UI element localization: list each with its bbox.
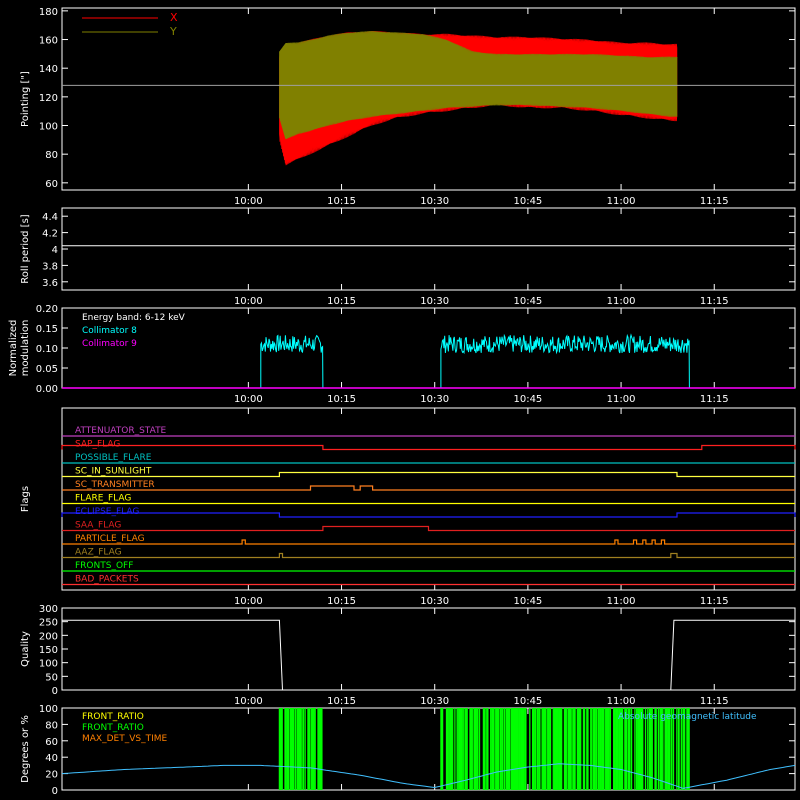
flag-label-flare_flag: FLARE_FLAG xyxy=(75,494,131,504)
modulation-xtick-label: 10:00 xyxy=(234,394,263,405)
pointing-xtick-label: 11:00 xyxy=(607,196,636,207)
flag-label-eclipse_flag: ECLIPSE_FLAG xyxy=(75,507,139,517)
flag-label-sc_in_sunlight: SC_IN_SUNLIGHT xyxy=(75,467,152,477)
legend-collimator8: Collimator 8 xyxy=(82,326,137,336)
figure-background xyxy=(0,0,800,800)
modulation-annotation: Energy band: 6-12 keV xyxy=(82,313,186,323)
frontratio-ytick-label: 40 xyxy=(45,753,58,764)
pointing-ytick-label: 100 xyxy=(39,122,58,133)
flags-ylabel: Flags xyxy=(20,486,31,512)
pointing-ytick-label: 120 xyxy=(39,93,58,104)
flags-xtick-label: 10:00 xyxy=(234,596,263,607)
frontratio-ytick-label: 20 xyxy=(45,770,58,781)
modulation-ytick-label: 0.10 xyxy=(36,344,58,355)
pointing-ytick-label: 160 xyxy=(39,36,58,47)
roll-ylabel: Roll period [s] xyxy=(20,214,31,283)
modulation-ytick-label: 0.05 xyxy=(36,364,58,375)
flag-label-aaz_flag: AAZ_FLAG xyxy=(75,548,122,558)
roll-ytick-label: 3.6 xyxy=(42,278,58,289)
flag-label-particle_flag: PARTICLE_FLAG xyxy=(75,534,145,544)
quality-xtick-label: 10:00 xyxy=(234,696,263,707)
pointing-ytick-label: 180 xyxy=(39,7,58,18)
flags-xtick-label: 10:15 xyxy=(327,596,356,607)
pointing-ytick-label: 60 xyxy=(45,179,58,190)
quality-xtick-label: 10:30 xyxy=(420,696,449,707)
quality-xtick-label: 10:45 xyxy=(513,696,542,707)
modulation-ytick-label: 0.20 xyxy=(36,304,58,315)
roll-ytick-label: 4 xyxy=(52,245,58,256)
legend-label-y: Y xyxy=(169,25,177,38)
flag-label-bad_packets: BAD_PACKETS xyxy=(75,575,139,585)
quality-xtick-label: 10:15 xyxy=(327,696,356,707)
flags-xtick-label: 11:00 xyxy=(607,596,636,607)
modulation-ytick-label: 0.00 xyxy=(36,384,58,395)
legend-front-ratio-2: FRONT_RATIO xyxy=(82,723,144,733)
frontratio-ytick-label: 0 xyxy=(52,786,58,797)
pointing-ytick-label: 140 xyxy=(39,64,58,75)
roll-xtick-label: 10:15 xyxy=(327,296,356,307)
quality-xtick-label: 11:15 xyxy=(700,696,729,707)
modulation-ylabel: Normalized xyxy=(8,320,19,377)
flag-label-fronts_off: FRONTS_OFF xyxy=(75,561,133,571)
roll-xtick-label: 10:45 xyxy=(513,296,542,307)
modulation-ylabel: modulation xyxy=(20,320,31,377)
frontratio-ytick-label: 80 xyxy=(45,720,58,731)
quality-ytick-label: 100 xyxy=(39,659,58,670)
quality-ytick-label: 250 xyxy=(39,618,58,629)
modulation-xtick-label: 10:45 xyxy=(513,394,542,405)
flag-label-sc_transmitter: SC_TRANSMITTER xyxy=(75,480,155,490)
flag-label-saa_flag: SAA_FLAG xyxy=(75,521,121,531)
roll-ytick-label: 3.8 xyxy=(42,261,58,272)
pointing-xtick-label: 11:15 xyxy=(700,196,729,207)
quality-ytick-label: 200 xyxy=(39,631,58,642)
legend-max-det: MAX_DET_VS_TIME xyxy=(82,734,167,744)
flags-xtick-label: 10:30 xyxy=(420,596,449,607)
pointing-xtick-label: 10:45 xyxy=(513,196,542,207)
flag-label-attenuator_state: ATTENUATOR_STATE xyxy=(75,426,167,436)
roll-xtick-label: 11:15 xyxy=(700,296,729,307)
quality-ytick-label: 0 xyxy=(52,686,58,697)
legend-front-ratio: FRONT_RATIO xyxy=(82,712,144,722)
flags-xtick-label: 10:45 xyxy=(513,596,542,607)
flag-label-sap_flag: SAP_FLAG xyxy=(75,440,120,450)
quality-ytick-label: 300 xyxy=(39,604,58,615)
latitude-annotation: Absolute geomagnetic latitude xyxy=(618,712,757,722)
roll-xtick-label: 11:00 xyxy=(607,296,636,307)
quality-ytick-label: 150 xyxy=(39,645,58,656)
modulation-xtick-label: 10:15 xyxy=(327,394,356,405)
pointing-xtick-label: 10:15 xyxy=(327,196,356,207)
flags-xtick-label: 11:15 xyxy=(700,596,729,607)
frontratio-ytick-label: 100 xyxy=(39,704,58,715)
quality-ylabel: Quality xyxy=(20,631,31,667)
legend-label-x: X xyxy=(170,11,178,24)
modulation-xtick-label: 10:30 xyxy=(420,394,449,405)
frontratio-ytick-label: 60 xyxy=(45,737,58,748)
roll-xtick-label: 10:30 xyxy=(420,296,449,307)
pointing-ylabel: Pointing ["] xyxy=(20,71,31,127)
frontratio-ylabel: Degrees or % xyxy=(20,715,31,783)
chart-figure: 60 80 100 120 140 160 180 10:00 10:15 10:30 10:45 1… xyxy=(0,0,800,800)
modulation-xtick-label: 11:15 xyxy=(700,394,729,405)
quality-ytick-label: 50 xyxy=(45,672,58,683)
modulation-ytick-label: 0.15 xyxy=(36,324,58,335)
pointing-ytick-label: 80 xyxy=(45,150,58,161)
quality-xtick-label: 11:00 xyxy=(607,696,636,707)
flag-label-possible_flare: POSSIBLE_FLARE xyxy=(75,453,152,463)
roll-ytick-label: 4.4 xyxy=(42,212,58,223)
roll-ytick-label: 4.2 xyxy=(42,229,58,240)
pointing-xtick-label: 10:00 xyxy=(234,196,263,207)
modulation-xtick-label: 11:00 xyxy=(607,394,636,405)
pointing-xtick-label: 10:30 xyxy=(420,196,449,207)
roll-xtick-label: 10:00 xyxy=(234,296,263,307)
legend-collimator9: Collimator 9 xyxy=(82,339,137,349)
